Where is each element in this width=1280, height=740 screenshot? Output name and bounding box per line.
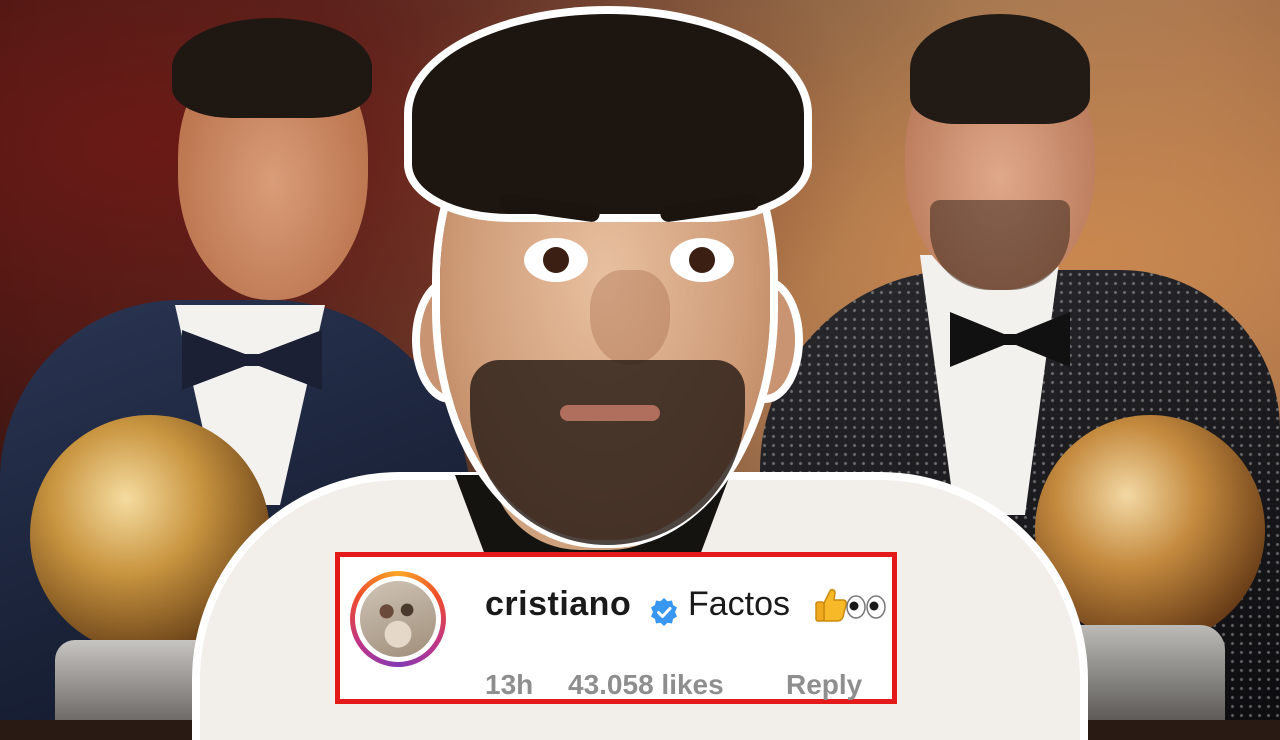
verified-badge-icon [651,598,677,626]
right-golden-ball-trophy [1035,415,1265,645]
center-person-hair [412,14,804,214]
thumbs-up-emoji-icon [815,588,848,622]
comment-username[interactable]: cristiano [485,585,631,624]
avatar [360,581,436,657]
center-person-nose [590,270,670,365]
right-person-hair [910,14,1090,124]
center-person-left-pupil [543,247,569,273]
eyes-emoji-icon [846,595,886,619]
story-ring-avatar[interactable] [350,571,446,667]
comment-likes-count[interactable]: 43.058 likes [568,669,724,701]
comment-text: Factos [688,585,791,623]
reply-button[interactable]: Reply [786,669,862,701]
left-person-hair [172,18,372,118]
avatar-border [355,576,441,662]
center-person-mouth [560,405,660,421]
comment-timestamp: 13h [485,669,534,700]
instagram-comment-card: cristiano Factos 13h 43.058 likes Reply [335,552,897,704]
center-person-right-pupil [689,247,715,273]
